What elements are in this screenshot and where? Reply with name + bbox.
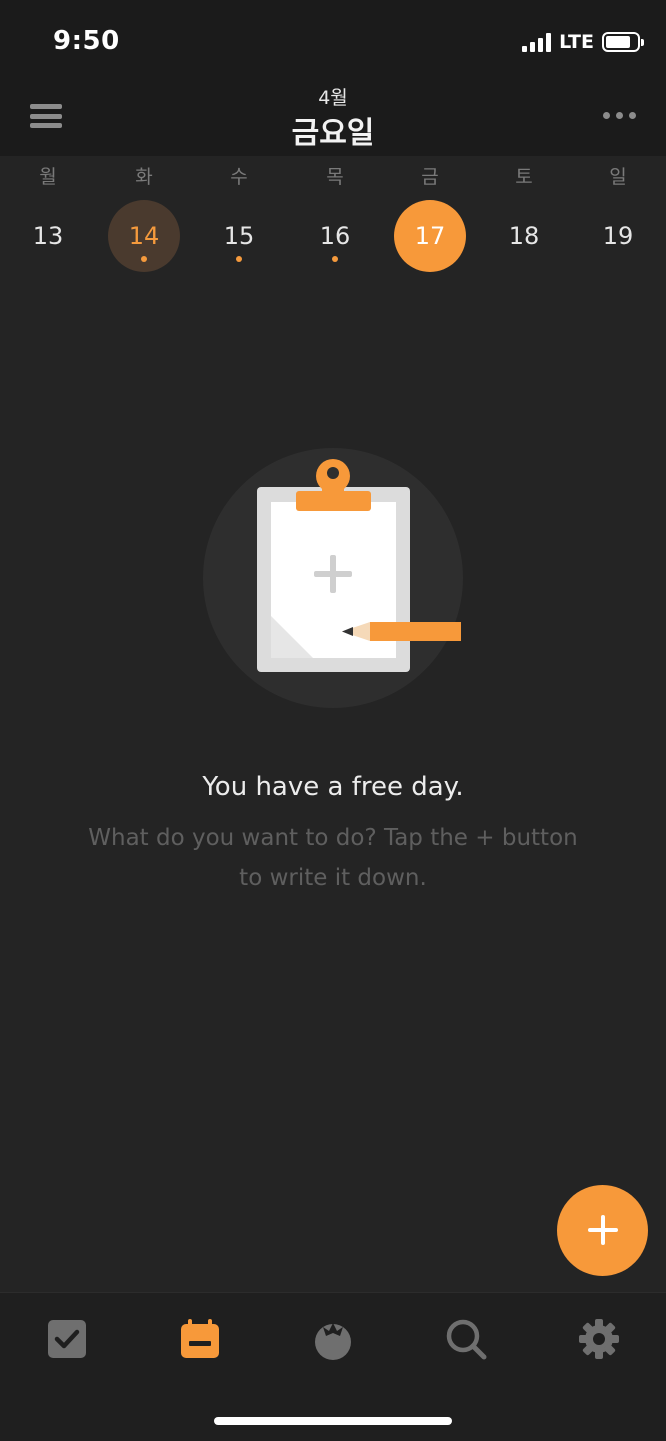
plus-icon: [330, 555, 336, 593]
weekday-label: 목: [326, 166, 344, 188]
status-indicators: LTE: [522, 30, 644, 54]
date-cell[interactable]: 19: [582, 200, 654, 272]
tab-pomodoro[interactable]: [311, 1317, 355, 1361]
weekday-label: 월: [39, 166, 57, 188]
calendar-icon: [181, 1319, 219, 1358]
clip-hole: [327, 467, 339, 479]
tab-tasks[interactable]: [45, 1317, 89, 1361]
event-dot: [332, 256, 338, 262]
pencil-icon: [370, 622, 461, 641]
weekday-label: 일: [609, 166, 627, 188]
tab-calendar[interactable]: [178, 1317, 222, 1361]
weekday-header: 월 화 수 목 금 토 일: [0, 162, 666, 192]
empty-state-subtitle: What do you want to do? Tap the + button…: [88, 825, 578, 891]
date-cell[interactable]: 18: [488, 200, 560, 272]
add-task-button[interactable]: [557, 1185, 648, 1276]
weekday-label: 토: [515, 166, 533, 188]
date-cell[interactable]: 13: [12, 200, 84, 272]
signal-icon: [522, 32, 552, 52]
plus-icon: [601, 1215, 605, 1245]
gear-icon: [579, 1319, 619, 1359]
checkbox-icon: [48, 1320, 86, 1358]
more-options-button[interactable]: [603, 112, 636, 119]
search-icon: [446, 1319, 487, 1360]
empty-state-title: You have a free day.: [202, 772, 464, 802]
status-time: 9:50: [53, 26, 120, 56]
page-title: 금요일: [291, 116, 375, 151]
month-label: 4월: [318, 87, 348, 109]
top-header: 9:50 LTE 4월 금요일: [0, 0, 666, 156]
event-dot: [141, 256, 147, 262]
network-type: LTE: [559, 31, 594, 53]
date-cell-selected[interactable]: 17: [394, 200, 466, 272]
weekday-label: 금: [421, 166, 439, 188]
tomato-icon: [315, 1323, 351, 1360]
event-dot: [236, 256, 242, 262]
tab-search[interactable]: [444, 1317, 488, 1361]
weekday-label: 화: [135, 166, 153, 188]
clip-bar: [296, 491, 371, 511]
week-strip: 13 14 15 16 17 18 19: [0, 200, 666, 274]
calendar-screen: 9:50 LTE 4월 금요일 월 화 수 목 금 토 일 13 14 15 1…: [0, 0, 666, 1441]
tab-settings[interactable]: [577, 1317, 621, 1361]
home-indicator: [214, 1417, 452, 1425]
battery-icon: [602, 32, 644, 52]
weekday-label: 수: [230, 166, 248, 188]
